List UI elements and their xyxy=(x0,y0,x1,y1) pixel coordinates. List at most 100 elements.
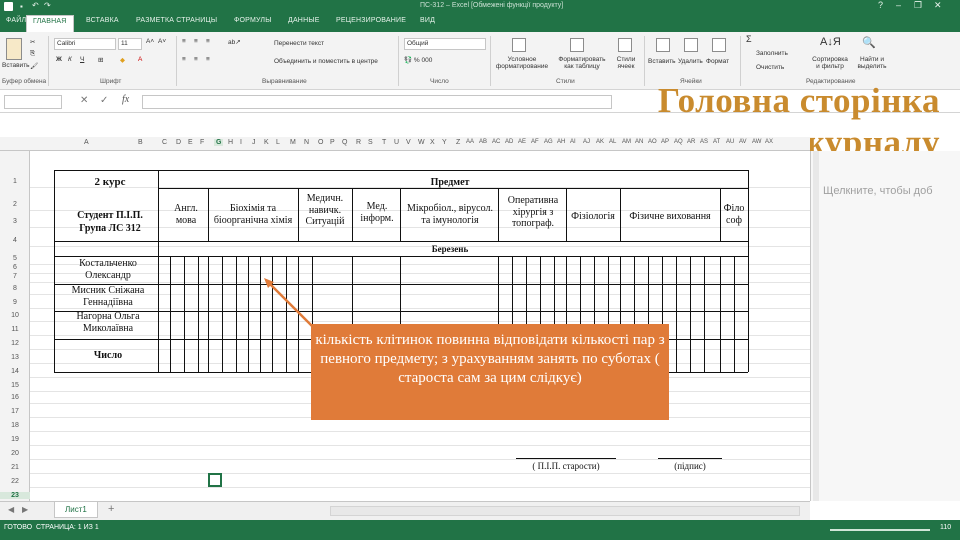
format-painter-icon[interactable]: 🖌 xyxy=(30,62,38,70)
column-header[interactable]: T xyxy=(382,139,386,146)
column-header[interactable]: AE xyxy=(518,139,526,145)
column-header[interactable]: W xyxy=(418,139,425,146)
close-icon[interactable]: ✕ xyxy=(934,0,942,11)
font-name-select[interactable]: Calibri xyxy=(54,38,116,50)
fill-color-icon[interactable]: ◆ xyxy=(120,56,125,64)
format-cells-button[interactable]: Формат xyxy=(706,58,729,65)
sort-filter-icon[interactable]: A↓Я xyxy=(820,36,841,48)
row-header[interactable]: 20 xyxy=(0,450,30,457)
merge-center-button[interactable]: Объединить и поместить в центре xyxy=(274,58,378,65)
row-header[interactable]: 15 xyxy=(0,382,30,389)
next-sheet-icon[interactable]: ▶ xyxy=(22,505,28,514)
column-header[interactable]: G xyxy=(214,139,224,146)
help-icon[interactable]: ? xyxy=(878,0,883,10)
paste-icon[interactable] xyxy=(6,38,22,60)
column-header[interactable]: A xyxy=(84,139,89,146)
minimize-icon[interactable]: – xyxy=(896,0,901,10)
row-header[interactable]: 16 xyxy=(0,394,30,401)
column-header[interactable]: AN xyxy=(635,139,643,145)
save-icon[interactable]: ▪ xyxy=(20,2,23,11)
column-header[interactable]: AT xyxy=(713,139,720,145)
column-header[interactable]: Q xyxy=(342,139,347,146)
bold-button[interactable]: Ж xyxy=(56,56,62,63)
delete-cells-icon[interactable] xyxy=(684,38,698,52)
row-header[interactable]: 5 xyxy=(0,255,30,262)
column-header[interactable]: AC xyxy=(492,139,500,145)
row-header[interactable]: 10 xyxy=(0,312,30,319)
fill-button[interactable]: Заполнить xyxy=(756,50,788,57)
column-header[interactable]: AA xyxy=(466,139,474,145)
row-header[interactable]: 14 xyxy=(0,368,30,375)
column-header[interactable]: AU xyxy=(726,139,734,145)
align-middle-icon[interactable]: ≡ xyxy=(194,38,198,45)
conditional-format-button[interactable]: Условное форматирование xyxy=(492,56,552,70)
align-left-icon[interactable]: ≡ xyxy=(182,56,186,63)
column-header[interactable]: AX xyxy=(765,139,773,145)
tab-file[interactable]: ФАЙЛ xyxy=(6,17,26,24)
row-header[interactable]: 21 xyxy=(0,464,30,471)
tab-formulas[interactable]: ФОРМУЛЫ xyxy=(234,17,272,24)
tab-review[interactable]: РЕЦЕНЗИРОВАНИЕ xyxy=(336,17,406,24)
column-header[interactable]: P xyxy=(330,139,335,146)
column-header[interactable]: AD xyxy=(505,139,513,145)
row-header[interactable]: 13 xyxy=(0,354,30,361)
prev-sheet-icon[interactable]: ◀ xyxy=(8,505,14,514)
pane-scrollbar[interactable] xyxy=(813,151,819,501)
column-header[interactable]: AR xyxy=(687,139,695,145)
row-header[interactable]: 23 xyxy=(0,492,30,499)
row-header[interactable]: 6 xyxy=(0,264,30,271)
tab-home[interactable]: ГЛАВНАЯ xyxy=(26,15,74,32)
column-header[interactable]: X xyxy=(430,139,435,146)
column-header[interactable]: AG xyxy=(544,139,553,145)
column-header[interactable]: AS xyxy=(700,139,708,145)
align-right-icon[interactable]: ≡ xyxy=(206,56,210,63)
format-table-button[interactable]: Форматировать как таблицу xyxy=(556,56,608,70)
column-header[interactable]: N xyxy=(304,139,309,146)
tab-insert[interactable]: ВСТАВКА xyxy=(86,17,119,24)
row-header[interactable]: 1 xyxy=(0,178,30,185)
formula-input[interactable] xyxy=(142,95,612,109)
column-header[interactable]: U xyxy=(394,139,399,146)
row-header[interactable]: 11 xyxy=(0,326,30,333)
find-select-icon[interactable]: 🔍 xyxy=(862,36,876,49)
borders-icon[interactable]: ⊞ xyxy=(98,56,103,64)
cancel-icon[interactable]: ✕ xyxy=(80,95,88,106)
add-sheet-icon[interactable]: + xyxy=(108,503,114,515)
sort-filter-button[interactable]: Сортировка и фильтр xyxy=(810,56,850,70)
redo-icon[interactable]: ↷ xyxy=(44,1,51,10)
align-bottom-icon[interactable]: ≡ xyxy=(206,38,210,45)
column-header[interactable]: AM xyxy=(622,139,631,145)
column-header[interactable]: J xyxy=(252,139,256,146)
conditional-format-icon[interactable] xyxy=(512,38,526,52)
wrap-text-button[interactable]: Перенести текст xyxy=(274,40,324,47)
column-header[interactable]: AB xyxy=(479,139,487,145)
column-header[interactable]: AP xyxy=(661,139,669,145)
paste-button[interactable]: Вставить xyxy=(2,62,30,69)
enter-icon[interactable]: ✓ xyxy=(100,95,108,106)
row-header[interactable]: 19 xyxy=(0,436,30,443)
column-header[interactable]: I xyxy=(240,139,242,146)
format-cells-icon[interactable] xyxy=(712,38,726,52)
column-header[interactable]: AL xyxy=(609,139,616,145)
column-header[interactable]: AF xyxy=(531,139,539,145)
column-header[interactable]: AQ xyxy=(674,139,683,145)
currency-icon[interactable]: 💱 % 000 xyxy=(404,56,432,64)
column-header[interactable]: L xyxy=(276,139,280,146)
align-center-icon[interactable]: ≡ xyxy=(194,56,198,63)
column-header[interactable]: AO xyxy=(648,139,657,145)
name-box[interactable] xyxy=(4,95,62,109)
column-header[interactable]: H xyxy=(228,139,233,146)
column-header[interactable]: V xyxy=(406,139,411,146)
row-header[interactable]: 9 xyxy=(0,299,30,306)
shrink-font-icon[interactable]: A˅ xyxy=(158,38,166,45)
restore-icon[interactable]: ❐ xyxy=(914,0,922,11)
row-header[interactable]: 12 xyxy=(0,340,30,347)
active-cell-selection[interactable] xyxy=(208,473,222,487)
tab-data[interactable]: ДАННЫЕ xyxy=(288,17,320,24)
row-header[interactable]: 22 xyxy=(0,478,30,485)
column-header[interactable]: AK xyxy=(596,139,604,145)
row-header[interactable]: 4 xyxy=(0,237,30,244)
column-header[interactable]: E xyxy=(188,139,193,146)
sheet-tab-list1[interactable]: Лист1 xyxy=(54,502,98,518)
grow-font-icon[interactable]: A˄ xyxy=(146,38,154,45)
